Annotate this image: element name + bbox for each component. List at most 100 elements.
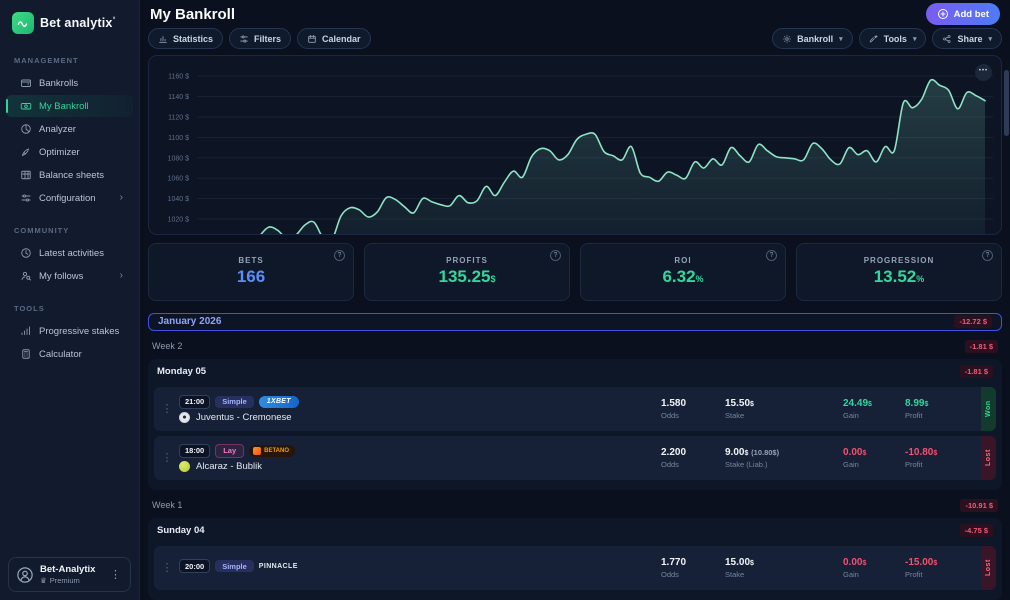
stat-value: 166	[237, 267, 265, 287]
month-total-badge: -12.72 $	[954, 315, 992, 328]
help-icon[interactable]: ?	[334, 250, 345, 261]
sidebar-item-optimizer[interactable]: Optimizer	[6, 141, 133, 163]
stats-row: ? BETS 166 ? PROFITS 135.25$ ? ROI 6.32%…	[148, 243, 1002, 301]
week-row: Week 1 -10.91 $	[148, 499, 1002, 512]
drag-handle-icon[interactable]: ⋮	[161, 451, 173, 464]
chevron-down-icon: ▾	[988, 35, 992, 43]
stake-column: 9.00$ (10.80$) Stake (Liab.)	[725, 447, 843, 469]
week-label: Week 1	[152, 500, 182, 510]
bet-type-badge: Lay	[215, 444, 244, 458]
bet-row[interactable]: ⋮ 18:00 Lay BETANO Alcaraz - Bublik 2.20…	[154, 436, 996, 480]
filters-button[interactable]: Filters	[229, 28, 291, 49]
filter-sliders-icon	[239, 34, 249, 44]
banknote-icon	[20, 100, 32, 112]
svg-text:1160 $: 1160 $	[168, 74, 189, 81]
statistics-button[interactable]: Statistics	[148, 28, 223, 49]
scrollbar	[1004, 66, 1009, 596]
stat-label: PROFITS	[446, 256, 488, 265]
chevron-down-icon: ▾	[839, 35, 843, 43]
share-icon	[942, 34, 952, 44]
sidebar-item-analyzer[interactable]: Analyzer	[6, 118, 133, 140]
sidebar-item-configuration[interactable]: Configuration ›	[6, 187, 133, 209]
bet-row[interactable]: ⋮ 21:00 Simple 1XBET Juventus - Cremones…	[154, 387, 996, 431]
stake-column: 15.00$ Stake	[725, 557, 843, 579]
logo-trademark: °	[113, 17, 116, 24]
user-card[interactable]: Bet-Analytix ♛Premium ⋮	[8, 557, 131, 592]
tools-dropdown-button[interactable]: Tools ▾	[859, 28, 927, 49]
bet-row[interactable]: ⋮ 20:00 Simple PINNACLE 1.770 Odds 15.00…	[154, 546, 996, 590]
bookmaker-badge: BETANO	[249, 445, 295, 457]
add-bet-button[interactable]: Add bet	[926, 3, 1000, 25]
bet-stats: 1.580 Odds 15.50$ Stake 24.49$ Gain 8.99…	[661, 398, 981, 420]
week-total-badge: -1.81 $	[965, 340, 998, 353]
svg-text:1100 $: 1100 $	[168, 135, 189, 142]
bet-time-badge: 20:00	[179, 559, 210, 573]
week-label: Week 2	[152, 341, 182, 351]
svg-text:1040 $: 1040 $	[168, 196, 190, 203]
sidebar-item-label: Analyzer	[39, 124, 76, 135]
bookmaker-badge: 1XBET	[259, 396, 299, 408]
sidebar-item-calculator[interactable]: Calculator	[6, 343, 133, 365]
help-icon[interactable]: ?	[982, 250, 993, 261]
profit-column: -15.00$ Profit	[905, 557, 981, 579]
drag-handle-icon[interactable]: ⋮	[161, 561, 173, 574]
sidebar-item-progressive-stakes[interactable]: Progressive stakes	[6, 320, 133, 342]
sidebar-item-latest-activities[interactable]: Latest activities	[6, 242, 133, 264]
sidebar-item-bankrolls[interactable]: Bankrolls	[6, 72, 133, 94]
sliders-icon	[20, 192, 32, 204]
stat-label: PROGRESSION	[864, 256, 935, 265]
day-total-badge: -4.75 $	[960, 524, 993, 537]
match-name: Juventus - Cremonese	[196, 412, 292, 423]
toolbar-right: Bankroll ▾ Tools ▾ Share ▾	[772, 28, 1002, 49]
sidebar-item-balance-sheets[interactable]: Balance sheets	[6, 164, 133, 186]
stat-card-bets: ? BETS 166	[148, 243, 354, 301]
sidebar-item-label: Calculator	[39, 349, 82, 360]
stat-card-profits: ? PROFITS 135.25$	[364, 243, 570, 301]
scrollbar-thumb[interactable]	[1004, 70, 1009, 136]
day-label: Sunday 04	[157, 525, 205, 536]
page-title: My Bankroll	[150, 6, 235, 23]
ascending-bars-icon	[20, 325, 32, 337]
bankroll-dropdown-button[interactable]: Bankroll ▾	[772, 28, 853, 49]
bet-time-badge: 21:00	[179, 395, 210, 409]
month-header[interactable]: January 2026 -12.72 $	[148, 313, 1002, 331]
chevron-right-icon: ›	[120, 193, 123, 203]
avatar	[16, 566, 34, 584]
stat-label: BETS	[238, 256, 263, 265]
chevron-down-icon: ▾	[913, 35, 917, 43]
help-icon[interactable]: ?	[550, 250, 561, 261]
drag-handle-icon[interactable]: ⋮	[161, 402, 173, 415]
day-card-sunday: Sunday 04 -4.75 $ ⋮ 20:00 Simple PINNACL…	[148, 518, 1002, 600]
bar-chart-icon	[158, 34, 168, 44]
user-menu-icon[interactable]: ⋮	[108, 566, 123, 583]
sidebar: Bet analytix° MANAGEMENT Bankrolls My Ba…	[0, 0, 140, 600]
app-logo[interactable]: Bet analytix°	[0, 10, 139, 48]
week-row: Week 2 -1.81 $	[148, 340, 1002, 353]
sidebar-item-label: Optimizer	[39, 147, 80, 158]
sidebar-item-my-bankroll[interactable]: My Bankroll	[6, 95, 133, 117]
bankroll-chart: 1160 $1140 $1120 $1100 $1080 $1060 $1040…	[148, 55, 1002, 234]
share-dropdown-button[interactable]: Share ▾	[932, 28, 1002, 49]
sidebar-item-label: Bankrolls	[39, 78, 78, 89]
stat-card-progression: ? PROGRESSION 13.52%	[796, 243, 1002, 301]
sidebar-item-label: Configuration	[39, 193, 96, 204]
user-name: Bet-Analytix	[40, 564, 95, 575]
gain-column: 0.00$ Gain	[843, 447, 905, 469]
logo-icon	[12, 12, 34, 34]
toolbar: Statistics Filters Calendar Bankroll ▾ T…	[148, 28, 1002, 49]
bet-type-badge: Simple	[215, 396, 254, 408]
nav-section-community: COMMUNITY Latest activities My follows ›	[0, 218, 139, 296]
profit-column: -10.80$ Profit	[905, 447, 981, 469]
bet-info: 20:00 Simple PINNACLE	[179, 553, 298, 582]
svg-text:1080 $: 1080 $	[168, 156, 190, 163]
soccer-icon	[179, 412, 190, 423]
sidebar-item-label: Latest activities	[39, 248, 104, 259]
toolbar-left: Statistics Filters Calendar	[148, 28, 371, 49]
user-plan: ♛Premium	[40, 576, 95, 585]
help-icon[interactable]: ?	[766, 250, 777, 261]
clock-icon	[20, 247, 32, 259]
sidebar-item-my-follows[interactable]: My follows ›	[6, 265, 133, 287]
table-icon	[20, 169, 32, 181]
calendar-button[interactable]: Calendar	[297, 28, 371, 49]
match-name: Alcaraz - Bublik	[196, 461, 262, 472]
